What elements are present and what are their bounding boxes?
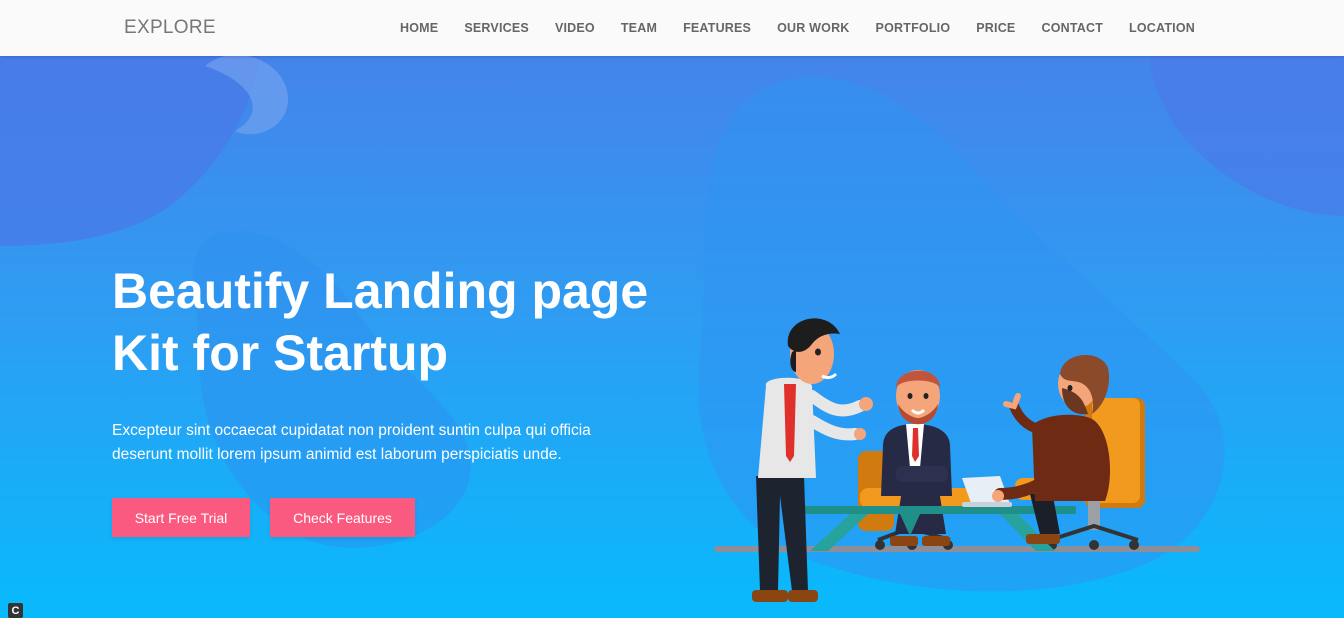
hero-section: Beautify Landing page Kit for Startup Ex… (0, 56, 1344, 618)
hero-subtitle-line-2: deserunt mollit lorem ipsum animid est l… (112, 446, 562, 463)
hero-title: Beautify Landing page Kit for Startup (112, 260, 712, 384)
nav-price[interactable]: PRICE (963, 21, 1028, 35)
main-nav: HOME SERVICES VIDEO TEAM FEATURES OUR WO… (387, 0, 1208, 56)
nav-team[interactable]: TEAM (608, 21, 670, 35)
business-meeting-illustration (714, 318, 1200, 602)
nav-location[interactable]: LOCATION (1116, 21, 1208, 35)
standing-man (752, 318, 873, 602)
nav-portfolio[interactable]: PORTFOLIO (863, 21, 964, 35)
hero-subtitle: Excepteur sint occaecat cupidatat non pr… (112, 419, 672, 467)
c-badge-icon[interactable]: C (8, 603, 23, 618)
nav-features[interactable]: FEATURES (670, 21, 764, 35)
hero-title-line-2: Kit for Startup (112, 325, 449, 381)
check-features-button[interactable]: Check Features (270, 498, 415, 537)
hero-subtitle-line-1: Excepteur sint occaecat cupidatat non pr… (112, 422, 591, 439)
start-free-trial-button[interactable]: Start Free Trial (112, 498, 250, 537)
top-navbar: EXPLORE HOME SERVICES VIDEO TEAM FEATURE… (0, 0, 1344, 56)
nav-home[interactable]: HOME (387, 21, 451, 35)
nav-contact[interactable]: CONTACT (1028, 21, 1116, 35)
nav-video[interactable]: VIDEO (542, 21, 608, 35)
brand-logo[interactable]: EXPLORE (124, 17, 216, 39)
nav-services[interactable]: SERVICES (451, 21, 542, 35)
hero-title-line-1: Beautify Landing page (112, 263, 649, 319)
nav-our-work[interactable]: OUR WORK (764, 21, 862, 35)
